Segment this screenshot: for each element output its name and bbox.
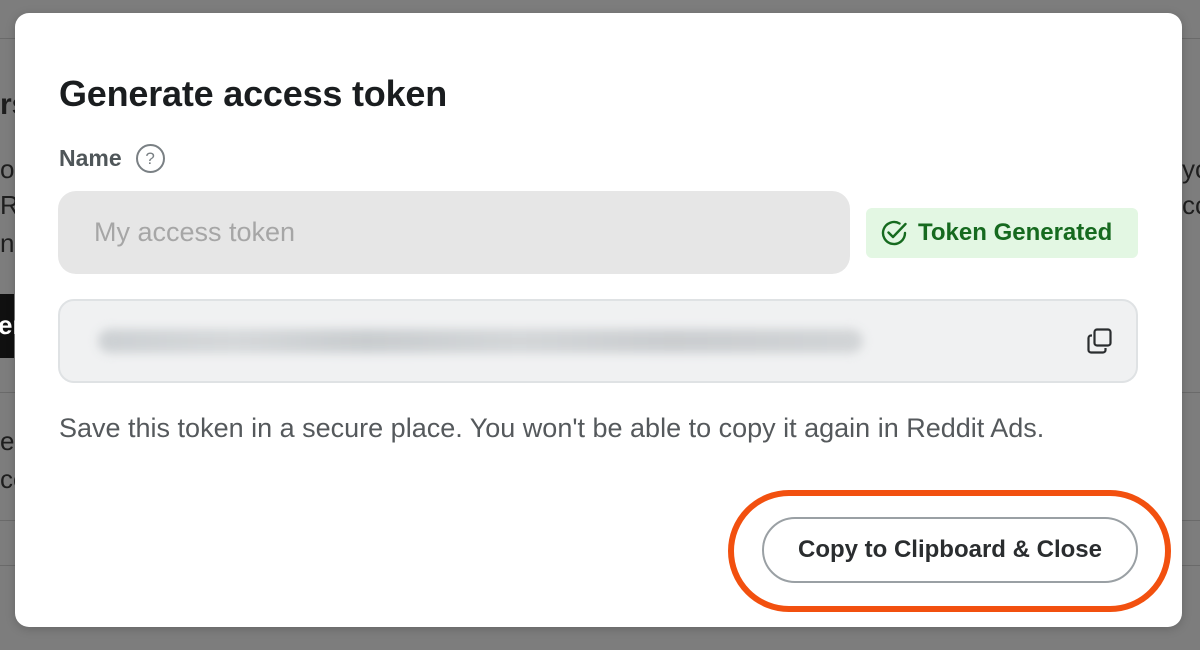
token-name-placeholder: My access token [94, 217, 296, 247]
name-label-row: Name ? [59, 144, 165, 173]
bg-text-fragment: rs [0, 88, 15, 121]
name-label: Name [59, 145, 122, 171]
bg-text-fragment: e [0, 426, 15, 456]
bg-text-fragment: o [0, 154, 15, 184]
blurred-token-value [98, 329, 863, 353]
token-name-input[interactable]: My access token [58, 191, 850, 274]
bg-text-fragment: R [0, 190, 15, 220]
bg-text-fragment: ce [0, 464, 15, 494]
bg-dark-button: er [0, 294, 23, 358]
copy-and-close-button[interactable]: Copy to Clipboard & Close [762, 517, 1138, 583]
status-badge-label: Token Generated [918, 219, 1113, 246]
generate-token-modal: Generate access token Name ? My access t… [15, 13, 1182, 627]
bg-text-fragment: yo [1182, 154, 1200, 184]
question-icon[interactable]: ? [135, 144, 165, 173]
modal-title: Generate access token [59, 73, 448, 114]
check-circle-icon [881, 220, 907, 246]
question-icon-glyph: ? [145, 148, 155, 168]
token-value-field[interactable] [58, 299, 1138, 383]
status-badge: Token Generated [866, 208, 1138, 258]
save-warning-text: Save this token in a secure place. You w… [59, 413, 1045, 443]
bg-text-fragment: cc [1182, 190, 1200, 220]
bg-text-fragment: n [0, 228, 15, 258]
copy-icon[interactable] [1084, 325, 1116, 357]
